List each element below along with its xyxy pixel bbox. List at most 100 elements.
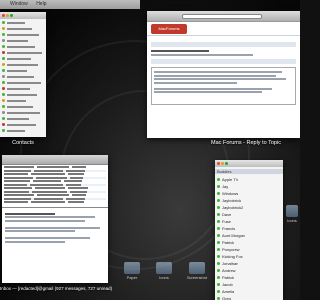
message-row[interactable] — [4, 183, 106, 186]
contact-row[interactable] — [2, 74, 44, 79]
text-line — [5, 226, 100, 229]
buddy-row[interactable]: Jay — [217, 183, 281, 189]
message-row[interactable] — [4, 201, 106, 204]
message-row[interactable] — [4, 173, 106, 176]
message-cell — [4, 176, 33, 179]
buddy-row[interactable]: Apple TV — [217, 176, 281, 182]
folder-icon — [156, 262, 172, 274]
message-row[interactable] — [4, 197, 106, 200]
buddy-list-window[interactable]: Buddies Apple TV Jay Windows Jaybobrick Jayb… — [215, 160, 283, 300]
zoom-icon[interactable] — [225, 162, 228, 165]
contact-row[interactable] — [2, 32, 44, 37]
contact-row[interactable] — [2, 26, 44, 31]
reply-textarea[interactable] — [151, 66, 296, 105]
contact-row[interactable] — [2, 128, 44, 133]
message-row[interactable] — [4, 190, 106, 193]
message-row[interactable] — [4, 169, 106, 172]
forum-window[interactable]: MacForums — [147, 11, 300, 138]
contact-list[interactable] — [0, 20, 46, 133]
contact-row[interactable] — [2, 68, 44, 73]
contact-row[interactable] — [2, 86, 44, 91]
contact-row[interactable] — [2, 56, 44, 61]
buddy-row[interactable]: Fuse — [217, 218, 281, 224]
desktop-icon[interactable]: Screenshot — [182, 262, 212, 280]
desktop-icon[interactable]: Icons — [150, 262, 178, 280]
contact-row[interactable] — [2, 98, 44, 103]
menubar[interactable]: Window Help — [0, 0, 140, 9]
contact-row[interactable] — [2, 44, 44, 49]
contact-name — [7, 51, 42, 54]
menu-item-help[interactable]: Help — [36, 1, 46, 7]
mail-window-label[interactable]: Inbox — [redacted]@gmail (927 messages, … — [0, 286, 112, 291]
buddy-row[interactable]: Amelia — [217, 288, 281, 294]
text-line — [154, 71, 282, 73]
minimize-icon[interactable] — [221, 162, 224, 165]
minimize-icon[interactable] — [6, 14, 9, 17]
contact-name — [7, 27, 32, 30]
buddy-group-header[interactable]: Buddies — [215, 169, 283, 174]
message-row[interactable] — [4, 187, 106, 190]
status-icon — [217, 226, 220, 230]
buddy-row[interactable]: Patrick — [217, 274, 281, 280]
status-icon — [217, 198, 220, 202]
message-list[interactable] — [2, 166, 108, 208]
forum-window-label[interactable]: Mac Forums - Reply to Topic — [196, 140, 296, 146]
mail-toolbar[interactable] — [2, 155, 108, 165]
buddy-row[interactable]: Jacob — [217, 281, 281, 287]
contacts-window[interactable] — [0, 12, 46, 137]
buddy-name: Windows — [222, 190, 239, 196]
close-icon[interactable] — [217, 162, 220, 165]
contact-row[interactable] — [2, 20, 44, 25]
status-icon — [2, 33, 5, 36]
folder-icon — [189, 262, 205, 274]
mail-window[interactable] — [2, 155, 108, 283]
buddy-row[interactable]: Jaybobrick2 — [217, 204, 281, 210]
buddy-list[interactable]: Apple TV Jay Windows Jaybobrick Jaybobrick2 D… — [215, 176, 283, 300]
status-icon — [217, 177, 220, 181]
buddy-row[interactable]: Windows — [217, 190, 281, 196]
contact-row[interactable] — [2, 80, 44, 85]
titlebar[interactable] — [0, 12, 46, 19]
buddy-row[interactable]: Dave — [217, 211, 281, 217]
desktop-icon[interactable]: Icons — [284, 205, 300, 223]
buddy-row[interactable]: Jonathan — [217, 260, 281, 266]
message-row[interactable] — [4, 194, 106, 197]
buddy-row[interactable]: Kicking Fox — [217, 253, 281, 259]
text-line — [154, 91, 263, 93]
message-row[interactable] — [4, 166, 106, 169]
contact-name — [7, 21, 25, 24]
text-line — [5, 216, 95, 218]
message-cell — [64, 180, 82, 182]
menu-item-window[interactable]: Window — [10, 1, 28, 7]
message-row[interactable] — [4, 180, 106, 183]
message-row[interactable] — [4, 176, 106, 179]
message-cell — [68, 201, 84, 203]
contacts-window-label[interactable]: Contacts — [0, 140, 46, 146]
status-icon — [2, 87, 5, 90]
message-cell — [72, 166, 86, 168]
contact-row[interactable] — [2, 122, 44, 127]
contact-row[interactable] — [2, 92, 44, 97]
address-bar[interactable] — [182, 14, 262, 19]
buddy-row[interactable]: Andrew — [217, 267, 281, 273]
contact-row[interactable] — [2, 110, 44, 115]
browser-toolbar[interactable] — [147, 11, 300, 22]
buddy-row[interactable]: Aunt Morgan — [217, 232, 281, 238]
close-icon[interactable] — [2, 14, 5, 17]
buddy-row[interactable]: Francis — [217, 225, 281, 231]
status-icon — [2, 27, 5, 30]
forum-logo[interactable]: MacForums — [151, 23, 187, 34]
contact-row[interactable] — [2, 104, 44, 109]
contact-row[interactable] — [2, 62, 44, 67]
buddy-row[interactable]: Jaybobrick — [217, 197, 281, 203]
contact-name — [7, 39, 28, 42]
buddy-row[interactable]: Ponycrew — [217, 246, 281, 252]
titlebar[interactable] — [215, 160, 283, 167]
buddy-row[interactable]: Greg — [217, 295, 281, 300]
contact-row[interactable] — [2, 50, 44, 55]
desktop-icon[interactable]: Paper — [118, 262, 146, 280]
buddy-row[interactable]: Patrick — [217, 239, 281, 245]
zoom-icon[interactable] — [10, 14, 13, 17]
contact-row[interactable] — [2, 38, 44, 43]
contact-row[interactable] — [2, 116, 44, 121]
